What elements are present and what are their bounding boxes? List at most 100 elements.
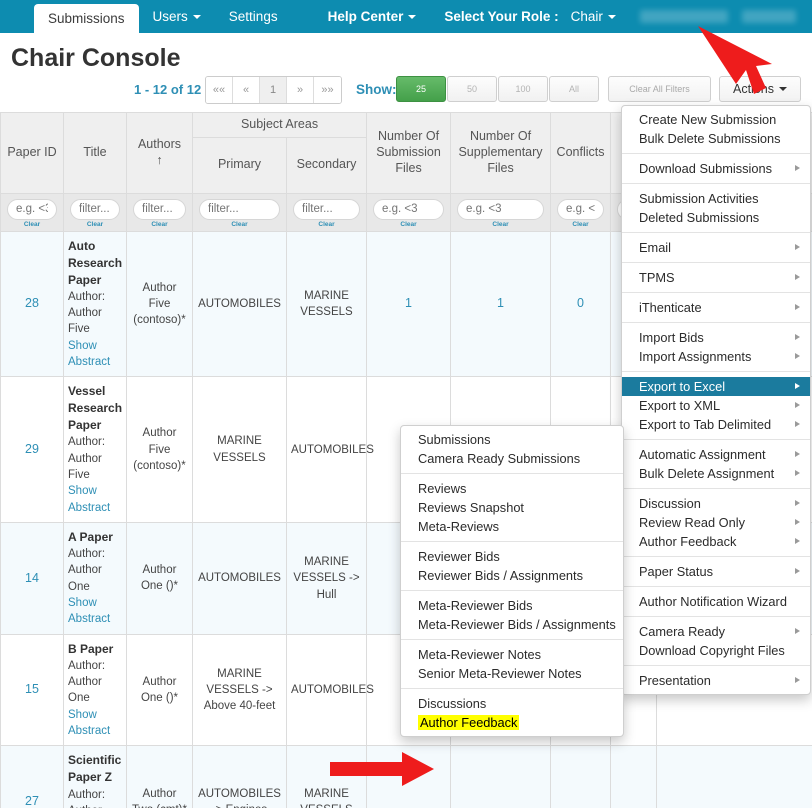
filter-input-authors[interactable] [133,198,186,220]
filter-input-conflicts[interactable] [557,198,605,220]
pager-first-button[interactable]: «« [206,77,233,103]
filter-input-primary[interactable] [199,198,280,220]
column-header-number-of-submission-files[interactable]: Number Of Submission Files [366,112,452,194]
paper-title[interactable]: B Paper [68,641,122,658]
actions-item-ithenticate[interactable]: iThenticate [622,298,810,317]
export-item-submissions[interactable]: Submissions [401,430,623,449]
pager-next-button[interactable]: » [287,77,314,103]
column-header-title[interactable]: Title [63,112,127,194]
nav-tab-users[interactable]: Users [139,0,215,33]
filter-input-paper-id[interactable] [7,198,57,220]
filter-input-title[interactable] [70,198,120,220]
clear-filter-submission-files[interactable]: Clear [373,221,444,228]
role-selector[interactable]: Chair [561,0,626,33]
actions-item-deleted-submissions[interactable]: Deleted Submissions [622,208,810,227]
actions-button[interactable]: Actions [719,76,801,102]
export-item-camera-ready-submissions[interactable]: Camera Ready Submissions [401,449,623,468]
paper-title[interactable]: A Paper [68,529,122,546]
actions-item-bulk-delete-assignment[interactable]: Bulk Delete Assignment [622,464,810,483]
page-size-all-button[interactable]: All [549,76,599,102]
cell-paper-id[interactable]: 14 [0,522,64,635]
actions-item-author-feedback[interactable]: Author Feedback [622,532,810,551]
table-row[interactable]: 27 Scientific Paper Z Author: Author Two… [0,745,812,808]
actions-item-import-bids[interactable]: Import Bids [622,328,810,347]
page-size-100-button[interactable]: 100 [498,76,548,102]
filter-input-supplementary-files[interactable] [457,198,545,220]
cell-submission-files[interactable]: 1 [366,230,452,378]
actions-item-export-to-excel[interactable]: Export to Excel [622,377,810,396]
pagination[interactable]: «« « 1 » »» [205,76,342,104]
column-header-conflicts[interactable]: Conflicts [550,112,612,194]
column-header-number-of-supplementary-files[interactable]: Number Of Supplementary Files [450,112,552,194]
export-item-reviews[interactable]: Reviews [401,479,623,498]
paper-title[interactable]: Scientific Paper Z [68,752,122,786]
cell-conflicts[interactable] [550,745,612,808]
filter-input-secondary[interactable] [293,198,361,220]
column-header-secondary[interactable]: Secondary [285,136,368,194]
column-header-primary[interactable]: Primary [192,136,287,194]
export-item-author-feedback[interactable]: Author Feedback [401,713,623,732]
export-item-reviews-snapshot[interactable]: Reviews Snapshot [401,498,623,517]
actions-item-automatic-assignment[interactable]: Automatic Assignment [622,445,810,464]
actions-item-tpms[interactable]: TPMS [622,268,810,287]
show-abstract-link[interactable]: Show Abstract [68,483,122,516]
page-size-25-button[interactable]: 25 [396,76,446,102]
actions-item-download-copyright-files[interactable]: Download Copyright Files [622,641,810,660]
clear-all-filters-button[interactable]: Clear All Filters [608,76,711,102]
pager-last-button[interactable]: »» [314,77,341,103]
actions-item-export-to-tab-delimited[interactable]: Export to Tab Delimited [622,415,810,434]
paper-title[interactable]: Auto Research Paper [68,238,122,289]
paper-title[interactable]: Vessel Research Paper [68,383,122,434]
actions-item-paper-status[interactable]: Paper Status [622,562,810,581]
page-size-50-button[interactable]: 50 [447,76,497,102]
export-item-senior-meta-reviewer-notes[interactable]: Senior Meta-Reviewer Notes [401,664,623,683]
export-item-meta-reviews[interactable]: Meta-Reviews [401,517,623,536]
cell-paper-id[interactable]: 28 [0,230,64,378]
export-item-meta-reviewer-bids-assignments[interactable]: Meta-Reviewer Bids / Assignments [401,615,623,634]
clear-filter-supplementary-files[interactable]: Clear [457,221,544,228]
filter-input-submission-files[interactable] [373,198,445,220]
pager-prev-button[interactable]: « [233,77,260,103]
cell-submission-files[interactable] [366,745,452,808]
clear-filter-secondary[interactable]: Clear [293,221,360,228]
column-header-paper-id[interactable]: Paper ID [0,112,64,194]
actions-item-email[interactable]: Email [622,238,810,257]
clear-filter-conflicts[interactable]: Clear [557,221,604,228]
cell-primary: AUTOMOBILES [192,522,287,635]
cell-paper-id[interactable]: 27 [0,745,64,808]
actions-item-export-to-xml[interactable]: Export to XML [622,396,810,415]
nav-help-center[interactable]: Help Center [314,0,431,33]
export-item-meta-reviewer-notes[interactable]: Meta-Reviewer Notes [401,645,623,664]
export-item-meta-reviewer-bids[interactable]: Meta-Reviewer Bids [401,596,623,615]
pager-page-1-button[interactable]: 1 [260,77,287,103]
actions-item-import-assignments[interactable]: Import Assignments [622,347,810,366]
clear-filter-authors[interactable]: Clear [133,221,186,228]
actions-item-create-new-submission[interactable]: Create New Submission [622,110,810,129]
export-item-discussions[interactable]: Discussions [401,694,623,713]
actions-item-review-read-only[interactable]: Review Read Only [622,513,810,532]
cell-conflicts[interactable]: 0 [550,230,612,378]
export-item-reviewer-bids[interactable]: Reviewer Bids [401,547,623,566]
nav-tab-submissions[interactable]: Submissions [34,4,139,33]
cell-supplementary-files[interactable] [450,745,552,808]
clear-filter-primary[interactable]: Clear [199,221,280,228]
cell-supplementary-files[interactable]: 1 [450,230,552,378]
actions-item-submission-activities[interactable]: Submission Activities [622,189,810,208]
export-item-reviewer-bids-assignments[interactable]: Reviewer Bids / Assignments [401,566,623,585]
cell-paper-id[interactable]: 29 [0,376,64,524]
show-abstract-link[interactable]: Show Abstract [68,595,122,628]
show-abstract-link[interactable]: Show Abstract [68,338,122,371]
cell-paper-id[interactable]: 15 [0,633,64,747]
clear-filter-paper-id[interactable]: Clear [7,221,57,228]
actions-item-bulk-delete-submissions[interactable]: Bulk Delete Submissions [622,129,810,148]
column-header-authors[interactable]: Authors ↑ [126,112,193,194]
actions-item-author-notification-wizard[interactable]: Author Notification Wizard [622,592,810,611]
show-abstract-link[interactable]: Show Abstract [68,707,122,740]
export-item-label: Reviews Snapshot [418,500,524,515]
actions-item-download-submissions[interactable]: Download Submissions [622,159,810,178]
nav-tab-settings[interactable]: Settings [215,0,292,33]
clear-filter-title[interactable]: Clear [70,221,120,228]
actions-item-presentation[interactable]: Presentation [622,671,810,690]
actions-item-discussion[interactable]: Discussion [622,494,810,513]
actions-item-camera-ready[interactable]: Camera Ready [622,622,810,641]
